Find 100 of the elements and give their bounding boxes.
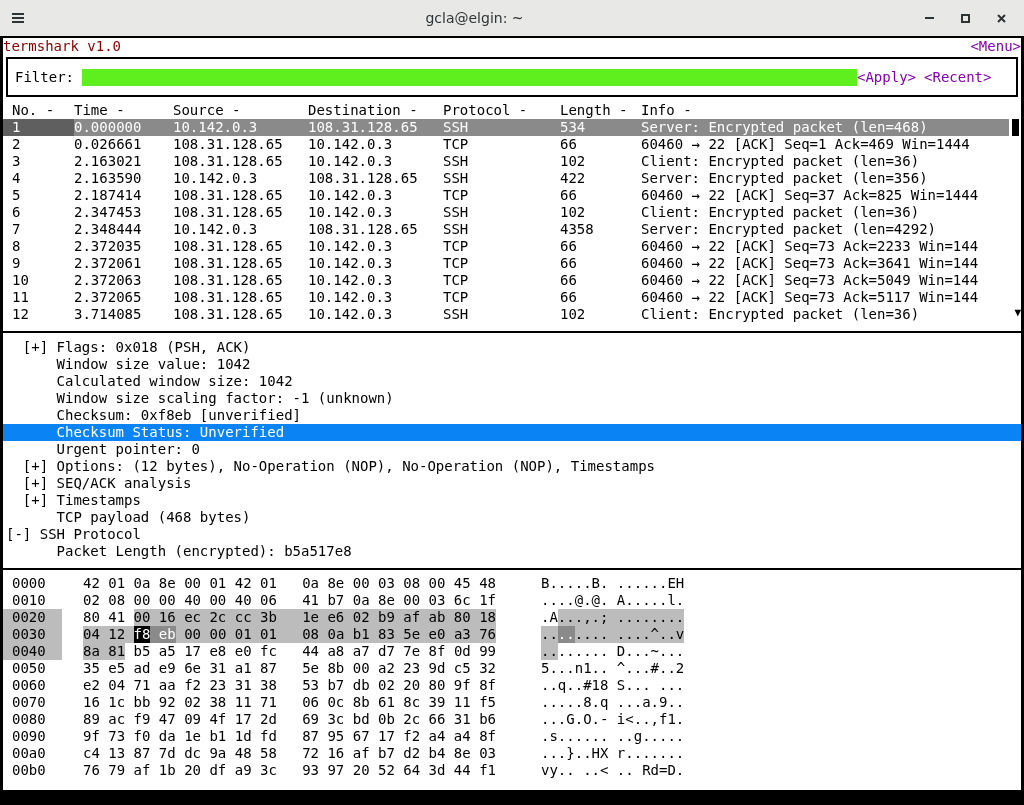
ascii-text[interactable]: .. (541, 643, 558, 660)
hex-bytes[interactable]: 8a 81 (83, 643, 126, 660)
packet-row[interactable]: 11 2.372065 108.31.128.65 10.142.0.3 TCP 66 60460 → 22 [ACK] Seq=73 Ack=5117 Win=144 (3, 289, 1009, 306)
hex-bytes[interactable]: 04 12 (83, 626, 134, 643)
tree-item[interactable]: Checksum Status: Unverified (3, 424, 1021, 441)
packet-row[interactable]: 4 2.163590 10.142.0.3 108.31.128.65 SSH 422 Server: Encrypted packet (len=356) (3, 170, 1009, 187)
table-cell-text: 10.142.0.3 (308, 136, 394, 153)
table-cell-text: 9 (12, 255, 22, 272)
table-cell-text: 66 (560, 136, 578, 153)
menu-icon[interactable] (12, 13, 24, 23)
ascii-text[interactable]: ...}..HX r....... (541, 745, 685, 762)
hex-bytes[interactable]: e2 04 71 aa f2 23 31 38 53 b7 db 02 20 80 9f 8f (83, 677, 496, 694)
table-cell-text: 422 (560, 170, 587, 187)
ascii-text[interactable]: vy.. ..< .. Rd=D. (541, 762, 685, 779)
table-cell-text: 66 (560, 238, 578, 255)
table-cell-text: 10.142.0.3 (308, 204, 394, 221)
packet-row[interactable]: 3 2.163021 108.31.128.65 10.142.0.3 SSH 102 Client: Encrypted packet (len=36) (3, 153, 1009, 170)
column-header[interactable]: Time - (74, 102, 173, 119)
table-cell-text: 2.372063 (74, 272, 143, 289)
scrollbar-thumb[interactable] (1012, 119, 1019, 136)
table-cell-text: 2.372065 (74, 289, 143, 306)
hex-offset: 0040 (3, 643, 62, 660)
packet-row[interactable]: 10 2.372063 108.31.128.65 10.142.0.3 TCP 66 60460 → 22 [ACK] Seq=73 Ack=5049 Win=144 (3, 272, 1009, 289)
tree-item[interactable]: [+] Flags: 0x018 (PSH, ACK) (3, 339, 1021, 356)
hex-bytes[interactable]: 00 00 01 01 08 0a b1 83 5e e0 a3 76 (175, 626, 497, 643)
ascii-text[interactable]: .. (541, 626, 558, 643)
tree-item[interactable]: [+] Options: (12 bytes), No-Operation (NOP), No-Operation (NOP), Timestamps (3, 458, 1021, 475)
hex-bytes[interactable]: b5 a5 17 e8 e0 fc 44 a8 a7 d7 7e 8f 0d 99 (125, 643, 497, 660)
ascii-text[interactable]: ...... D...~... (557, 643, 685, 660)
ascii-text[interactable]: .A (541, 609, 558, 626)
hex-offset: 0060 (11, 677, 47, 694)
scroll-down-arrow[interactable]: ▼ (1014, 306, 1021, 319)
tree-item[interactable]: Packet Length (encrypted): b5a517e8 (3, 543, 1021, 560)
table-cell-text: TCP (443, 289, 470, 306)
packet-row[interactable]: 9 2.372061 108.31.128.65 10.142.0.3 TCP 66 60460 → 22 [ACK] Seq=73 Ack=3641 Win=144 (3, 255, 1009, 272)
column-header[interactable]: No. - (12, 102, 74, 119)
tree-item[interactable]: Window size value: 1042 (3, 356, 1021, 373)
ascii-text[interactable]: ....@.@. A.....l. (541, 592, 685, 609)
table-cell-text: 0.026661 (74, 136, 143, 153)
hex-bytes[interactable]: 16 1c bb 92 02 38 11 71 06 0c 8b 61 8c 39 11 f5 (83, 694, 496, 711)
ascii-text[interactable]: .....8.q ...a.9.. (541, 694, 685, 711)
hex-bytes[interactable]: 9f 73 f0 da 1e b1 1d fd 87 95 67 17 f2 a4 a4 8f (83, 728, 496, 745)
table-cell-text: 4 (12, 170, 22, 187)
ascii-text[interactable]: ...G.O.- i<..,f1. (541, 711, 685, 728)
hex-bytes[interactable]: c4 13 87 7d dc 9a 48 58 72 16 af b7 d2 b4 8e 03 (83, 745, 496, 762)
packet-row[interactable]: 2 0.026661 108.31.128.65 10.142.0.3 TCP 66 60460 → 22 [ACK] Seq=1 Ack=469 Win=1444 (3, 136, 1009, 153)
table-cell-text: Client: Encrypted packet (len=36) (641, 306, 921, 323)
tree-item[interactable]: Window size scaling factor: -1 (unknown) (3, 390, 1021, 407)
recent-button[interactable]: <Recent> (924, 68, 992, 86)
tree-item[interactable]: Calculated window size: 1042 (3, 373, 1021, 390)
column-header[interactable]: Protocol - (443, 102, 560, 119)
packet-row[interactable]: 5 2.187414 108.31.128.65 10.142.0.3 TCP 66 60460 → 22 [ACK] Seq=37 Ack=825 Win=1444 (3, 187, 1009, 204)
filter-field[interactable] (82, 68, 857, 86)
column-header[interactable]: Length - (560, 102, 641, 119)
close-icon[interactable] (997, 13, 1006, 23)
hex-offset: 0000 (11, 575, 47, 592)
tree-item[interactable]: TCP payload (468 bytes) (3, 509, 1021, 526)
table-cell-text: 108.31.128.65 (173, 289, 284, 306)
ascii-text[interactable]: B.....B. ......EH (541, 575, 685, 592)
table-cell-text: 66 (560, 272, 578, 289)
ascii-text[interactable]: ...,.; ........ (557, 609, 685, 626)
tree-item[interactable]: [+] Timestamps (3, 492, 1021, 509)
table-cell-text: 66 (560, 255, 578, 272)
packet-row[interactable]: 12 3.714085 108.31.128.65 10.142.0.3 SSH 102 Client: Encrypted packet (len=36) (3, 306, 1009, 323)
table-cell-text: Server: Encrypted packet (len=468) (641, 119, 929, 136)
menu-button[interactable]: <Menu> (970, 38, 1021, 55)
table-cell-text: 66 (560, 289, 578, 306)
column-header[interactable]: Destination - (308, 102, 443, 119)
tree-item[interactable]: [+] SEQ/ACK analysis (3, 475, 1021, 492)
table-cell-text: Server: Encrypted packet (len=4292) (641, 221, 937, 238)
packet-row[interactable]: 1 0.000000 10.142.0.3 108.31.128.65 SSH 534 Server: Encrypted packet (len=468) (3, 119, 1009, 136)
maximize-icon[interactable] (961, 13, 970, 23)
hex-bytes[interactable]: 80 41 (83, 609, 134, 626)
packet-row[interactable]: 8 2.372035 108.31.128.65 10.142.0.3 TCP 66 60460 → 22 [ACK] Seq=73 Ack=2233 Win=144 (3, 238, 1009, 255)
hex-bytes[interactable]: 35 e5 ad e9 6e 31 a1 87 5e 8b 00 a2 23 9d c5 32 (83, 660, 496, 677)
ascii-text[interactable]: .... ....^..v (574, 626, 685, 643)
table-cell-text: 60460 → 22 [ACK] Seq=37 Ack=825 Win=1444 (641, 187, 980, 204)
hex-bytes[interactable]: 89 ac f9 47 09 4f 17 2d 69 3c bd 0b 2c 66 31 b6 (83, 711, 496, 728)
table-cell-text: 108.31.128.65 (308, 119, 419, 136)
ascii-text[interactable]: ..q..#18 S... ... (541, 677, 685, 694)
tree-item[interactable]: [-] SSH Protocol (3, 526, 1021, 543)
table-cell-text: 108.31.128.65 (173, 136, 284, 153)
ascii-text[interactable]: .s...... ..g..... (541, 728, 685, 745)
apply-button[interactable]: <Apply> (857, 68, 917, 86)
tree-item[interactable]: Checksum: 0xf8eb [unverified] (3, 407, 1021, 424)
table-cell-text: 108.31.128.65 (173, 255, 284, 272)
table-cell-text: TCP (443, 187, 470, 204)
table-cell-text: 66 (560, 187, 578, 204)
packet-row[interactable]: 7 2.348444 10.142.0.3 108.31.128.65 SSH 4358 Server: Encrypted packet (len=4292) (3, 221, 1009, 238)
tree-item[interactable]: Urgent pointer: 0 (3, 441, 1021, 458)
table-cell-text: 2.163021 (74, 153, 143, 170)
ascii-text[interactable]: 5...n1.. ^...#..2 (541, 660, 685, 677)
hex-bytes[interactable]: 02 08 00 00 40 00 40 06 41 b7 0a 8e 00 03 6c 1f (83, 592, 496, 609)
column-header[interactable]: Source - (173, 102, 308, 119)
hex-bytes[interactable]: 42 01 0a 8e 00 01 42 01 0a 8e 00 03 08 00 45 48 (83, 575, 496, 592)
hex-bytes[interactable]: 00 16 ec 2c cc 3b 1e e6 02 b9 af ab 80 18 (133, 609, 496, 626)
packet-row[interactable]: 6 2.347453 108.31.128.65 10.142.0.3 SSH 102 Client: Encrypted packet (len=36) (3, 204, 1009, 221)
table-cell-text: 60460 → 22 [ACK] Seq=73 Ack=5117 Win=144 (641, 289, 980, 306)
hex-bytes[interactable]: 76 79 af 1b 20 df a9 3c 93 97 20 52 64 3d 44 f1 (83, 762, 496, 779)
column-header[interactable]: Info - (641, 102, 1009, 119)
